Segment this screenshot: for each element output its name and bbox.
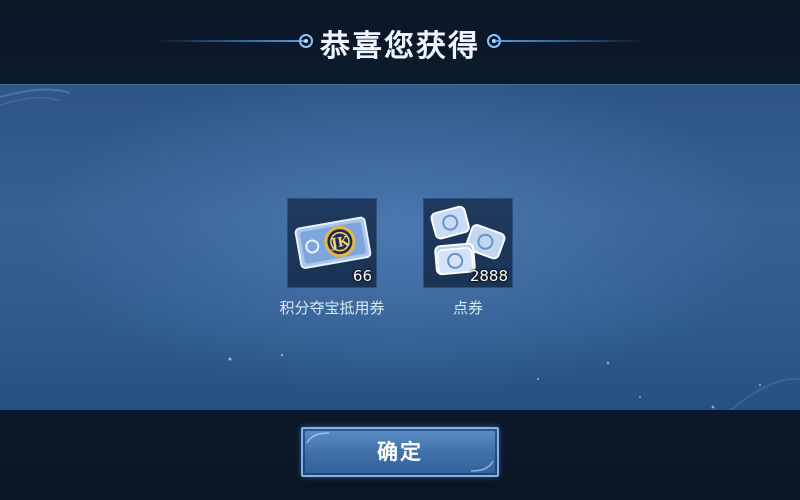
- confirm-button[interactable]: 确定: [301, 427, 499, 477]
- reward-name: 点券: [452, 299, 483, 317]
- reward-count: 2888: [469, 267, 508, 285]
- title-bar: 恭喜您获得: [0, 18, 800, 64]
- reward-item[interactable]: JK 66 积分夺宝抵用券: [262, 198, 402, 318]
- reward-name: 积分夺宝抵用券: [279, 299, 385, 317]
- reward-icon-frame: JK 66: [287, 198, 377, 288]
- reward-panel: JK 66 积分夺宝抵用券 2888 点券: [0, 84, 800, 412]
- button-corner-ornament-icon: [306, 432, 330, 444]
- dialog-header: 恭喜您获得: [0, 0, 800, 84]
- reward-dialog: 恭喜您获得 JK 66 积分夺宝抵用券 2888 点券 确定: [0, 0, 800, 500]
- reward-item[interactable]: 2888 点券: [398, 198, 538, 318]
- reward-count: 66: [352, 267, 372, 285]
- title-divider-right: [495, 40, 645, 42]
- dialog-footer: 确定: [0, 410, 800, 500]
- confirm-label: 确定: [377, 440, 423, 464]
- page-title: 恭喜您获得: [320, 29, 480, 64]
- button-corner-ornament-icon: [470, 460, 494, 472]
- reward-icon-frame: 2888: [423, 198, 513, 288]
